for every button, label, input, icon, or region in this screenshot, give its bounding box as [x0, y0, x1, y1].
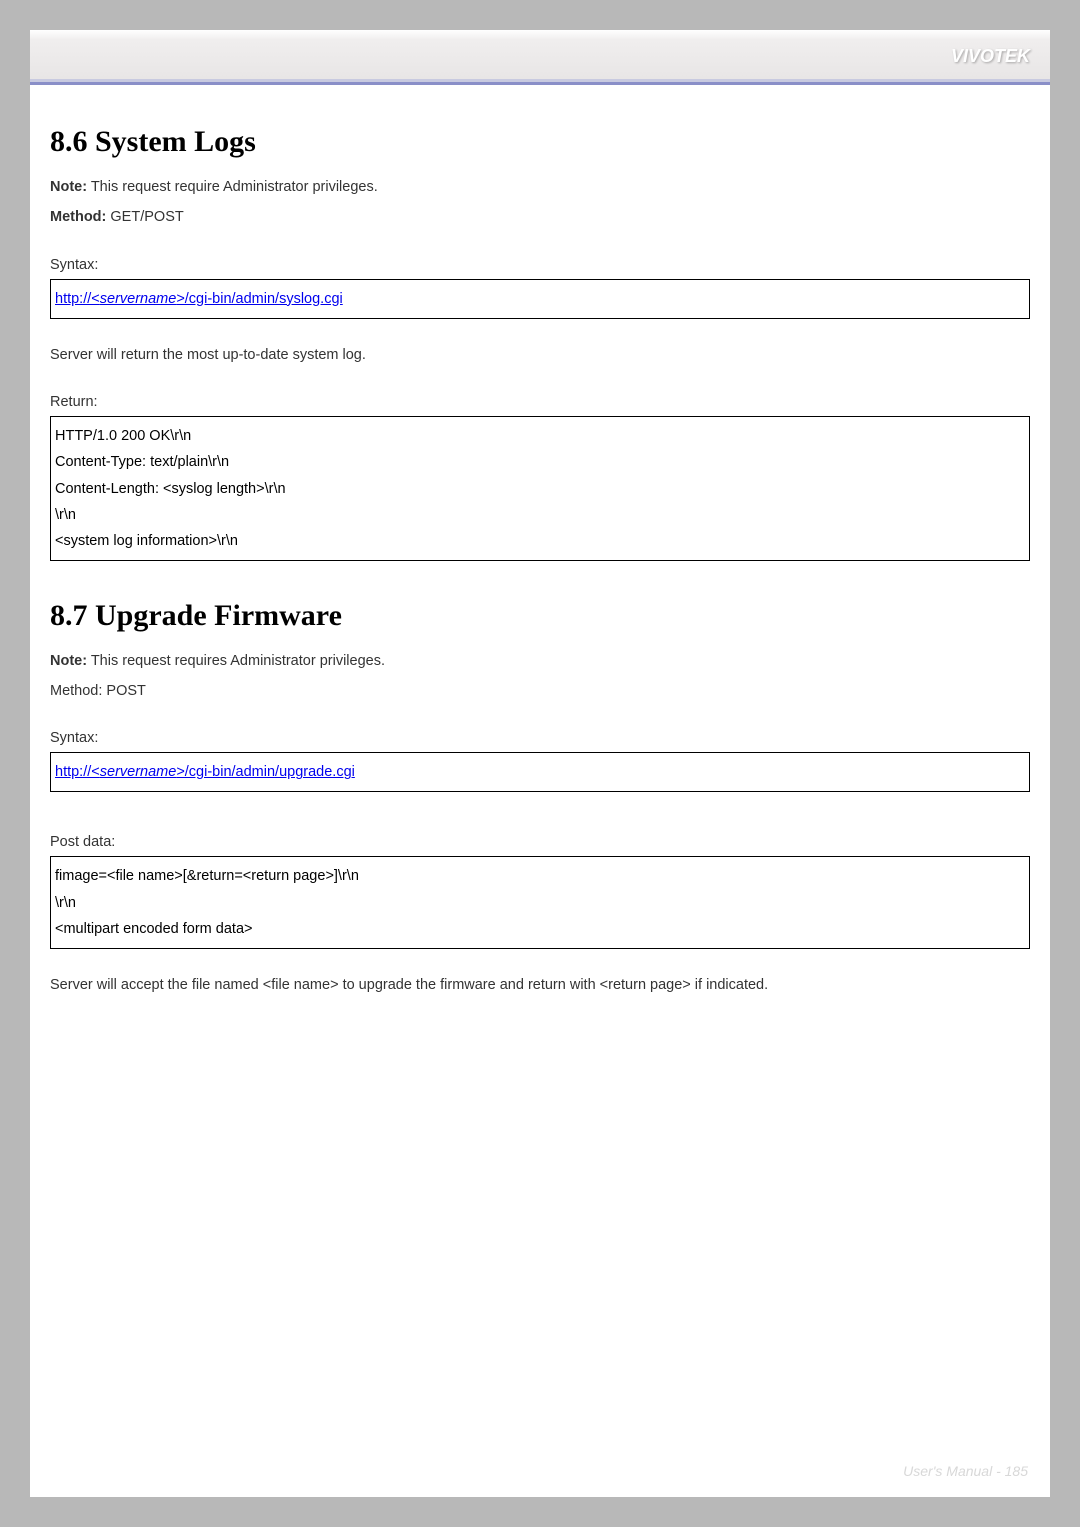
note-line: Note: This request require Administrator…	[50, 177, 1030, 199]
syslog-url[interactable]: http://<servername>/cgi-bin/admin/syslog…	[55, 291, 343, 307]
upgrade-description: Server will accept the file named <file …	[50, 975, 1030, 997]
note-text: This request requires Administrator priv…	[87, 653, 385, 669]
return-line: Content-Type: text/plain\r\n	[55, 449, 1025, 475]
return-label: Return:	[50, 394, 1030, 410]
return-line: \r\n	[55, 502, 1025, 528]
syslog-description: Server will return the most up-to-date s…	[50, 345, 1030, 367]
return-line: Content-Length: <syslog length>\r\n	[55, 476, 1025, 502]
postdata-line: <multipart encoded form data>	[55, 916, 1025, 942]
note-line: Note: This request requires Administrato…	[50, 651, 1030, 673]
postdata-label: Post data:	[50, 834, 1030, 850]
note-label: Note:	[50, 179, 87, 195]
return-line: <system log information>\r\n	[55, 528, 1025, 554]
note-text: This request require Administrator privi…	[87, 179, 378, 195]
return-line: HTTP/1.0 200 OK\r\n	[55, 423, 1025, 449]
url-suffix: >/cgi-bin/admin/syslog.cgi	[176, 291, 342, 307]
url-suffix: >/cgi-bin/admin/upgrade.cgi	[176, 764, 355, 780]
method-line: Method: POST	[50, 681, 1030, 703]
brand-logo: VIVOTEK	[951, 46, 1030, 67]
return-box: HTTP/1.0 200 OK\r\n Content-Type: text/p…	[50, 416, 1030, 560]
url-placeholder: servername	[100, 764, 177, 780]
note-label: Note:	[50, 653, 87, 669]
header-bar: VIVOTEK	[30, 30, 1050, 82]
syntax-label: Syntax:	[50, 257, 1030, 273]
upgrade-url[interactable]: http://<servername>/cgi-bin/admin/upgrad…	[55, 764, 355, 780]
method-label: Method:	[50, 209, 106, 225]
footer-text: User's Manual - 185	[903, 1463, 1028, 1479]
method-text: GET/POST	[106, 209, 183, 225]
page: VIVOTEK 8.6 System Logs Note: This reque…	[30, 30, 1050, 1497]
url-prefix: http://<	[55, 764, 100, 780]
section-heading-upgrade-firmware: 8.7 Upgrade Firmware	[50, 599, 1030, 633]
url-prefix: http://<	[55, 291, 100, 307]
method-line: Method: GET/POST	[50, 207, 1030, 229]
postdata-box: fimage=<file name>[&return=<return page>…	[50, 856, 1030, 948]
section-heading-system-logs: 8.6 System Logs	[50, 125, 1030, 159]
url-placeholder: servername	[100, 291, 177, 307]
syntax-label: Syntax:	[50, 730, 1030, 746]
postdata-line: fimage=<file name>[&return=<return page>…	[55, 863, 1025, 889]
syntax-box: http://<servername>/cgi-bin/admin/syslog…	[50, 279, 1030, 319]
content-area: 8.6 System Logs Note: This request requi…	[30, 85, 1050, 1024]
syntax-box: http://<servername>/cgi-bin/admin/upgrad…	[50, 752, 1030, 792]
postdata-line: \r\n	[55, 890, 1025, 916]
